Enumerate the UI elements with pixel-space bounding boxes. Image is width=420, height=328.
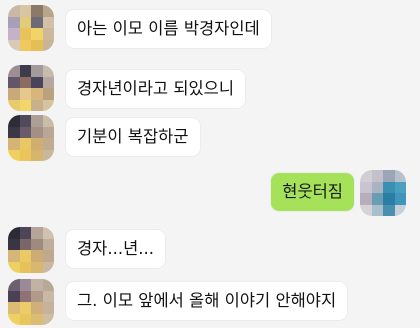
message-bubble[interactable]: 기분이 복잡하군: [66, 118, 200, 156]
message-row: 경자년이라고 되있으니: [0, 58, 420, 111]
message-bubble[interactable]: 그. 이모 앞에서 올해 이야기 안해야지: [66, 282, 348, 320]
avatar[interactable]: [360, 170, 406, 216]
message-row: 경자...년...: [0, 222, 420, 274]
message-row: 아는 이모 이름 박경자인데: [0, 0, 420, 52]
avatar[interactable]: [8, 279, 54, 325]
avatar[interactable]: [8, 227, 54, 273]
message-row: 그. 이모 앞에서 올해 이야기 안해야지: [0, 275, 420, 328]
avatar[interactable]: [8, 115, 54, 161]
message-row: 기분이 복잡하군: [0, 110, 420, 162]
message-bubble[interactable]: 경자...년...: [66, 230, 166, 268]
message-row: 현웃터짐: [0, 165, 420, 223]
message-bubble[interactable]: 아는 이모 이름 박경자인데: [66, 10, 271, 48]
message-bubble[interactable]: 경자년이라고 되있으니: [66, 70, 246, 108]
message-bubble-mine[interactable]: 현웃터짐: [271, 173, 354, 211]
avatar[interactable]: [8, 65, 54, 111]
avatar[interactable]: [8, 5, 54, 51]
